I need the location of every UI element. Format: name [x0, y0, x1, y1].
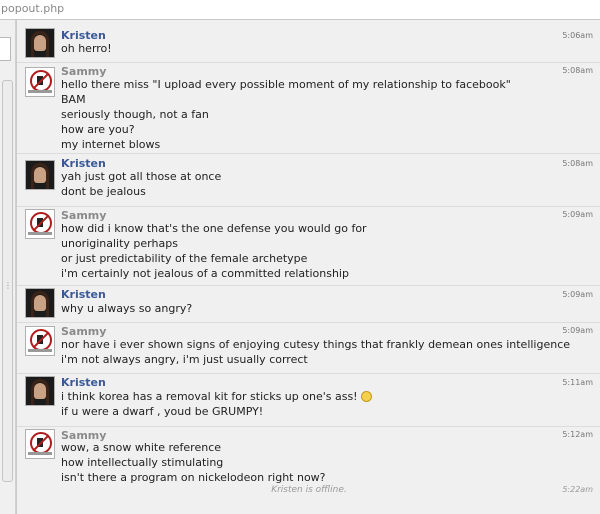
message-time: 5:06am	[562, 31, 593, 40]
message-line: isn't there a program on nickelodeon rig…	[61, 471, 326, 484]
message-line: unoriginality perhaps	[61, 237, 178, 250]
chat-log: Kristen 5:06am oh herro! Sammy 5:08am he…	[16, 20, 600, 514]
message-line: hello there miss "I upload every possibl…	[61, 78, 511, 91]
message-line: i think korea has a removal kit for stic…	[61, 389, 531, 404]
address-url: popout.php	[1, 2, 65, 15]
chat-message: Kristen 5:06am oh herro!	[17, 22, 600, 63]
side-input[interactable]	[0, 37, 11, 61]
offline-status: Kristen is offline. 5:22am	[17, 485, 600, 499]
chat-message: Kristen 5:08am yah just got all those at…	[17, 154, 600, 207]
avatar-kristen	[25, 28, 55, 58]
sender-name[interactable]: Kristen	[61, 288, 106, 301]
message-time: 5:09am	[562, 326, 593, 335]
message-time: 5:09am	[562, 290, 593, 299]
message-line: i'm certainly not jealous of a committed…	[61, 267, 349, 280]
chat-message: Kristen 5:09am why u always so angry?	[17, 286, 600, 323]
message-line: how intellectually stimulating	[61, 456, 224, 469]
avatar-sammy	[25, 326, 55, 356]
message-time: 5:08am	[562, 66, 593, 75]
message-line: oh herro!	[61, 42, 112, 55]
message-line: or just predictability of the female arc…	[61, 252, 308, 265]
no-sign-icon	[30, 212, 52, 234]
avatar-kristen	[25, 288, 55, 318]
side-panel: ⋮	[0, 20, 16, 514]
message-time: 5:11am	[562, 378, 593, 387]
resize-grip-icon[interactable]: ⋮	[4, 282, 12, 290]
message-line: nor have i ever shown signs of enjoying …	[61, 338, 571, 351]
avatar-sammy	[25, 209, 55, 239]
message-line: why u always so angry?	[61, 302, 193, 315]
address-bar[interactable]: popout.php	[0, 0, 600, 20]
no-sign-icon	[30, 70, 52, 92]
status-text: Kristen is offline.	[271, 485, 347, 495]
message-line: BAM	[61, 93, 86, 106]
message-time: 5:12am	[562, 430, 593, 439]
message-line: yah just got all those at once	[61, 170, 222, 183]
status-time: 5:22am	[562, 485, 593, 494]
avatar-sammy	[25, 67, 55, 97]
chat-message: Sammy 5:09am how did i know that's the o…	[17, 207, 600, 286]
avatar-kristen	[25, 160, 55, 190]
no-sign-icon	[30, 329, 52, 351]
avatar-kristen	[25, 376, 55, 406]
sender-name[interactable]: Kristen	[61, 376, 106, 389]
message-line: wow, a snow white reference	[61, 441, 222, 454]
message-text: i think korea has a removal kit for stic…	[61, 390, 358, 403]
message-time: 5:08am	[562, 159, 593, 168]
message-line: seriously though, not a fan	[61, 108, 209, 121]
message-line: how are you?	[61, 123, 135, 136]
message-time: 5:09am	[562, 210, 593, 219]
message-line: my internet blows	[61, 138, 161, 151]
chat-message: Sammy 5:09am nor have i ever shown signs…	[17, 323, 600, 374]
smiley-icon	[360, 391, 372, 402]
message-line: how did i know that's the one defense yo…	[61, 222, 367, 235]
chat-message: Sammy 5:08am hello there miss "I upload …	[17, 63, 600, 154]
chat-message: Kristen 5:11am i think korea has a remov…	[17, 374, 600, 427]
message-line: if u were a dwarf , youd be GRUMPY!	[61, 405, 264, 418]
message-line: i'm not always angry, i'm just usually c…	[61, 353, 308, 366]
message-line: dont be jealous	[61, 185, 146, 198]
chat-message: Sammy 5:12am wow, a snow white reference…	[17, 427, 600, 485]
no-sign-icon	[30, 432, 52, 454]
avatar-sammy	[25, 429, 55, 459]
